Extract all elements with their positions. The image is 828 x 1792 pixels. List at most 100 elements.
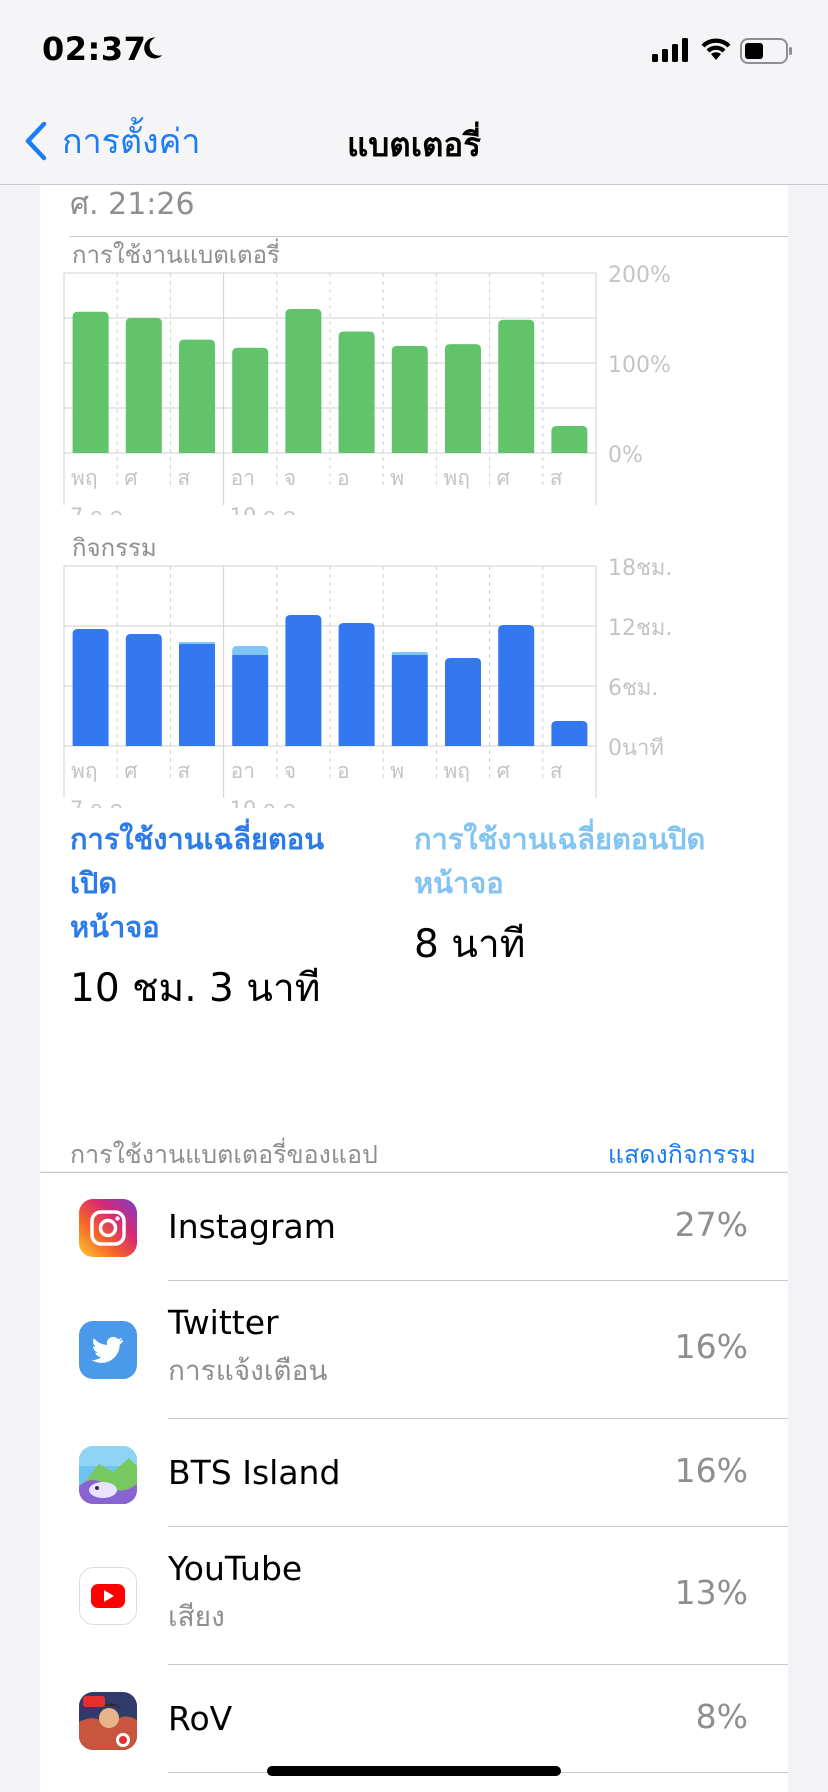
screen-on-bar xyxy=(338,623,375,746)
screen-on-bar xyxy=(391,655,428,746)
rov-icon xyxy=(79,1692,137,1750)
screen-off-label-line1: การใช้งานเฉลี่ยตอนปิด xyxy=(414,822,706,856)
x-day-label: จ xyxy=(284,466,296,490)
x-date-label: 10 ก.ค. xyxy=(230,504,304,515)
app-name: Instagram xyxy=(168,1207,336,1246)
x-day-label: จ xyxy=(284,759,296,783)
screen-on-bar xyxy=(125,634,162,746)
app-name: YouTube xyxy=(168,1549,303,1588)
screen-off-bar xyxy=(391,652,428,655)
activity-chart: 18ชม. 12ชม. 6ชม. 0นาทีพฤ ศ ส อา จ อ พ พฤ ศ ส 7 ก.ค. 10… xyxy=(63,558,672,808)
x-date-label: 7 ก.ค. xyxy=(70,797,130,808)
app-name: RoV xyxy=(168,1699,233,1738)
y-tick-label: 0% xyxy=(608,443,643,468)
battery-bar xyxy=(498,319,535,453)
x-day-label: อ xyxy=(337,759,350,783)
app-percent: 13% xyxy=(674,1573,748,1612)
app-percent: 27% xyxy=(674,1205,748,1244)
y-tick-label: 18ชม. xyxy=(608,558,672,581)
bts-island-icon xyxy=(79,1446,137,1504)
screen-on-label-line1: การใช้งานเฉลี่ยตอนเปิด xyxy=(70,822,325,900)
x-day-label: ศ xyxy=(497,466,511,490)
screen-on-bar xyxy=(445,658,481,746)
screen-off-bar xyxy=(232,646,269,655)
app-row-instagram[interactable]: Instagram 27% xyxy=(40,1173,788,1281)
screen-off-value: 8 นาที xyxy=(414,922,526,967)
x-day-label: พฤ xyxy=(443,759,470,783)
page-title: แบตเตอรี่ xyxy=(347,125,481,164)
y-tick-label: 12ชม. xyxy=(608,616,672,641)
screen-on-label: การใช้งานเฉลี่ยตอนเปิด หน้าจอ xyxy=(70,817,370,949)
app-name: Twitter xyxy=(168,1303,279,1342)
app-percent: 16% xyxy=(674,1451,748,1490)
screen-off-average: การใช้งานเฉลี่ยตอนปิด หน้าจอ 8 นาที xyxy=(414,817,744,975)
navigation-bar: การตั้งค่า แบตเตอรี่ xyxy=(0,100,828,185)
home-indicator xyxy=(267,1766,561,1776)
y-tick-label: 100% xyxy=(608,353,671,378)
battery-bar xyxy=(445,344,481,453)
battery-bar xyxy=(338,331,375,453)
app-subtitle: การแจ้งเตือน xyxy=(168,1354,328,1387)
status-time: 02:37 xyxy=(42,30,147,68)
app-row-bts-island[interactable]: BTS Island 16% xyxy=(40,1419,788,1527)
screen-on-average: การใช้งานเฉลี่ยตอนเปิด หน้าจอ 10 ชม. 3 น… xyxy=(70,817,370,1019)
x-day-label: พ xyxy=(390,466,404,490)
x-day-label: พฤ xyxy=(71,466,98,490)
y-tick-label: 200% xyxy=(608,265,671,288)
screen-on-bar xyxy=(498,625,535,746)
battery-bar xyxy=(232,347,269,453)
app-row-rov[interactable]: RoV 8% xyxy=(40,1665,788,1773)
battery-bar xyxy=(551,426,588,453)
do-not-disturb-moon-icon xyxy=(144,37,163,59)
youtube-icon xyxy=(79,1567,137,1625)
app-usage-title: การใช้งานแบตเตอรี่ของแอป xyxy=(70,1140,378,1169)
instagram-icon xyxy=(79,1199,137,1257)
app-subtitle: เสียง xyxy=(168,1600,225,1633)
x-date-label: 7 ก.ค. xyxy=(70,504,130,515)
screen-on-value: 10 ชม. 3 นาที xyxy=(70,966,321,1011)
screen-on-bar xyxy=(551,721,588,746)
battery-usage-chart: 200% 100% 0% พฤ ศ ส อา จ อ พ พฤ ศ ส 7 ก.ค. 10 ก.ค. xyxy=(63,265,671,515)
twitter-icon xyxy=(79,1321,137,1379)
battery-bar xyxy=(72,311,109,453)
x-day-label: ส xyxy=(177,759,190,783)
x-day-label: ส xyxy=(550,759,563,783)
screen-off-label-line2: หน้าจอ xyxy=(414,866,504,900)
screen-on-bar xyxy=(285,615,322,746)
x-day-label: ศ xyxy=(497,759,511,783)
battery-bar xyxy=(391,345,428,453)
battery-icon xyxy=(740,38,792,64)
wifi-icon xyxy=(701,38,731,60)
app-row-youtube[interactable]: YouTube เสียง 13% xyxy=(40,1527,788,1665)
last-charge-time: ศ. 21:26 xyxy=(70,187,195,222)
x-day-label: พฤ xyxy=(443,466,470,490)
screen-on-bar xyxy=(232,655,269,746)
screen-on-label-line2: หน้าจอ xyxy=(70,910,160,944)
cellular-signal-icon xyxy=(652,38,688,62)
screen-on-bar xyxy=(179,644,215,746)
y-tick-label: 6ชม. xyxy=(608,676,658,701)
app-list: Instagram 27% Twitter การแจ้งเตือน 16% B… xyxy=(40,1173,788,1792)
x-day-label: พฤ xyxy=(71,759,98,783)
app-percent: 8% xyxy=(695,1697,748,1736)
app-percent: 16% xyxy=(674,1327,748,1366)
battery-charts-card: ศ. 21:26 การใช้งานแบตเตอรี่ 200% 100% 0% พฤ… xyxy=(40,185,788,1135)
battery-bar xyxy=(179,339,215,453)
x-day-label: ศ xyxy=(124,759,138,783)
battery-bar xyxy=(125,318,162,453)
x-day-label: พ xyxy=(390,759,404,783)
x-day-label: อ xyxy=(337,466,350,490)
screen-on-bar xyxy=(72,629,109,746)
screen-off-label: การใช้งานเฉลี่ยตอนปิด หน้าจอ xyxy=(414,817,744,905)
x-day-label: อา xyxy=(231,759,255,783)
x-day-label: อา xyxy=(231,466,255,490)
app-usage-header: การใช้งานแบตเตอรี่ของแอป แสดงกิจกรรม xyxy=(40,1135,788,1171)
y-tick-label: 0นาที xyxy=(608,736,664,761)
app-row-twitter[interactable]: Twitter การแจ้งเตือน 16% xyxy=(40,1281,788,1419)
x-date-label: 10 ก.ค. xyxy=(230,797,304,808)
screen-off-bar xyxy=(179,642,215,644)
show-activity-button[interactable]: แสดงกิจกรรม xyxy=(608,1135,756,1175)
x-day-label: ส xyxy=(550,466,563,490)
x-day-label: ศ xyxy=(124,466,138,490)
status-bar: 02:37 xyxy=(0,0,828,100)
